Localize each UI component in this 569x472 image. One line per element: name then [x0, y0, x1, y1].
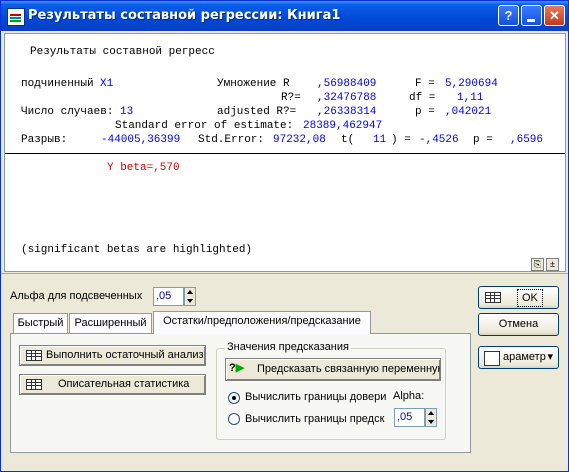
- descriptive-stats-button[interactable]: Описательная статистика: [19, 374, 206, 395]
- minimize-button[interactable]: [521, 5, 542, 26]
- copy-icon[interactable]: ⎘: [531, 258, 544, 271]
- predict-button[interactable]: ?▶ Предсказать связанную переменную: [225, 358, 441, 381]
- alpha2-spinner[interactable]: [425, 408, 437, 427]
- tab-advanced[interactable]: Расширенный: [69, 313, 152, 333]
- alpha-spinner[interactable]: [184, 287, 196, 306]
- question-arrow-icon: ?▶: [229, 362, 245, 374]
- intercept-value: -44005,36399: [101, 134, 181, 146]
- options-icon: [484, 351, 500, 366]
- alpha-input[interactable]: ,05: [153, 287, 184, 306]
- dependent-value: X1: [100, 78, 114, 90]
- alpha2-label: Alpha:: [393, 390, 425, 402]
- t-value: -,4526: [419, 134, 459, 146]
- window-title: Результаты составной регрессии: Книга1: [28, 8, 341, 23]
- expand-icon[interactable]: ±: [546, 258, 559, 271]
- cases-label: Число случаев:: [21, 106, 114, 118]
- t-df: 11: [373, 134, 387, 146]
- intercept-label: Разрыв:: [21, 134, 68, 146]
- p-value: ,042021: [445, 106, 492, 118]
- significance-note: (significant betas are highlighted): [21, 244, 253, 256]
- close-button[interactable]: ✕: [544, 5, 565, 26]
- adjusted-r2-value: ,26338314: [317, 106, 377, 118]
- radio-prediction-label: Вычислить границы предск: [245, 413, 385, 425]
- cancel-button[interactable]: Отмена: [478, 313, 559, 336]
- results-pane: Результаты составной регресс подчиненный…: [4, 33, 566, 272]
- r2-value: ,32476788: [317, 92, 377, 104]
- tab-quick[interactable]: Быстрый: [13, 313, 68, 333]
- p2-value: ,6596: [510, 134, 544, 146]
- ok-label: OK: [517, 289, 543, 307]
- mult-r-value: ,56988409: [317, 78, 377, 90]
- std-error-estimate-value: 28389,462947: [303, 120, 383, 132]
- chevron-down-icon: ▾: [547, 351, 553, 363]
- p2-label: p =: [473, 134, 493, 146]
- help-button[interactable]: ?: [498, 5, 519, 26]
- mult-r-label: Умножение R: [217, 78, 290, 90]
- t-label: t(: [341, 134, 355, 146]
- residual-analysis-button[interactable]: Выполнить остаточный анализ: [19, 345, 206, 366]
- std-error-estimate-label: Standard error of estimate:: [115, 120, 294, 132]
- radio-confidence[interactable]: [228, 392, 240, 404]
- alpha2-input[interactable]: ,05: [394, 408, 425, 427]
- prediction-group-label: Значения предсказания: [225, 341, 351, 353]
- std-error-label: Std.Error:: [198, 134, 265, 146]
- residual-analysis-label: Выполнить остаточный анализ: [46, 349, 204, 361]
- options-button[interactable]: араметр ▾: [478, 346, 559, 369]
- cases-value: 13: [120, 106, 134, 118]
- radio-confidence-label: Вычислить границы довери: [245, 391, 387, 403]
- dependent-label: подчиненный: [21, 78, 94, 90]
- descriptive-stats-label: Описательная статистика: [58, 378, 190, 390]
- table-icon: [26, 350, 42, 361]
- table-icon: [26, 379, 42, 390]
- results-heading: Результаты составной регресс: [30, 46, 215, 58]
- f-label: F =: [415, 78, 435, 90]
- ok-button[interactable]: OK: [478, 286, 559, 309]
- df-value: 1,11: [457, 92, 484, 104]
- r2-label: R?=: [281, 92, 301, 104]
- app-icon: [7, 8, 25, 26]
- tab-residuals[interactable]: Остатки/предположения/предсказание: [153, 311, 371, 334]
- predict-label: Предсказать связанную переменную: [257, 363, 441, 375]
- df-label: df =: [409, 92, 436, 104]
- alpha-label: Альфа для подсвеченных: [10, 290, 143, 302]
- divider: [1, 273, 568, 274]
- options-label: араметр: [503, 351, 546, 363]
- p-label: p =: [415, 106, 435, 118]
- adjusted-r2-label: adjusted R?=: [217, 106, 297, 118]
- dialog-window: Результаты составной регрессии: Книга1 ?…: [0, 0, 569, 472]
- std-error-value: 97232,08: [273, 134, 326, 146]
- beta-line: Y beta=,570: [107, 162, 180, 174]
- t-eq: ) =: [391, 134, 411, 146]
- radio-prediction[interactable]: [228, 413, 240, 425]
- f-value: 5,290694: [445, 78, 498, 90]
- title-bar[interactable]: Результаты составной регрессии: Книга1 ?…: [1, 1, 568, 31]
- results-separator: [5, 153, 565, 154]
- grid-icon: [485, 292, 501, 303]
